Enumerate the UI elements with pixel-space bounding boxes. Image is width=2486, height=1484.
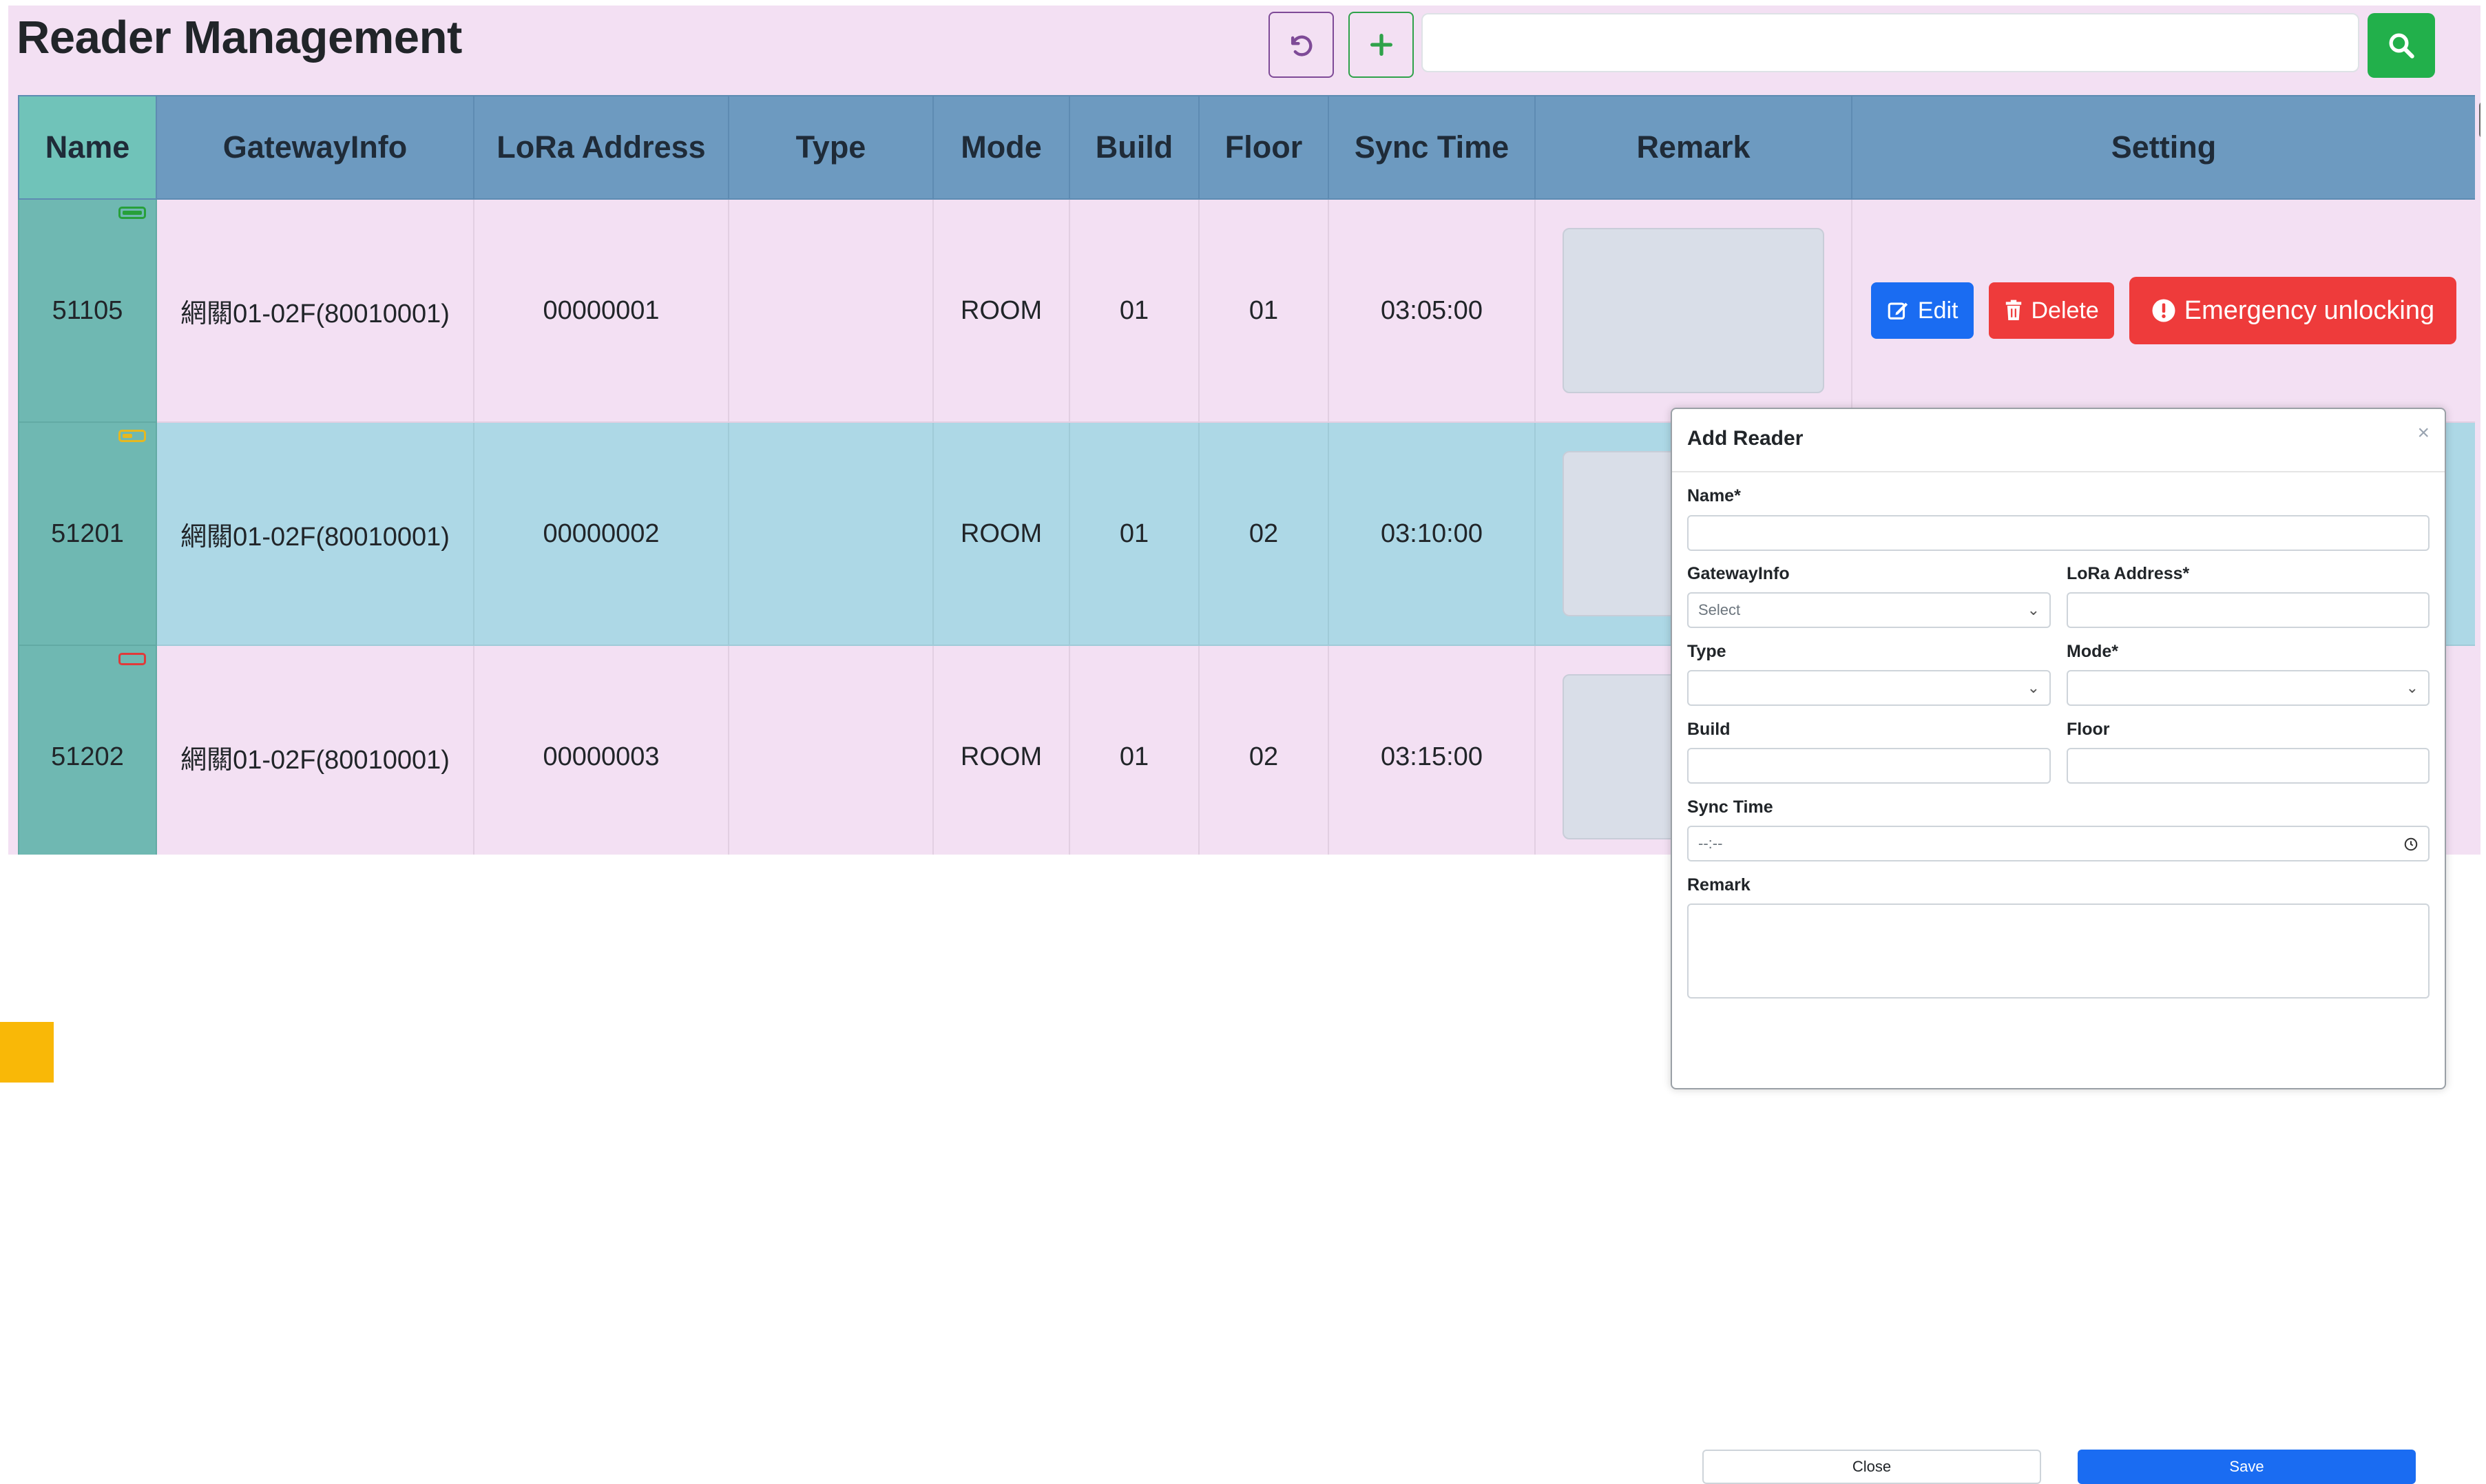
column-header-floor[interactable]: Floor [1198,95,1329,200]
gateway-cell: 網關01-02F(80010001) [156,421,474,646]
column-header-type[interactable]: Type [728,95,934,200]
reader-name: 51201 [51,519,124,548]
column-header-setting[interactable]: Setting [1851,95,2475,200]
floor-cell: 02 [1198,421,1329,646]
build-cell: 01 [1069,421,1200,646]
page-title: Reader Management [17,12,462,63]
build-cell: 01 [1069,645,1200,855]
delete-label: Delete [2031,297,2099,324]
save-button[interactable]: Save [2078,1450,2416,1484]
remark-label: Remark [1687,875,1751,895]
table-row[interactable]: 51105 網關01-02F(80010001) 00000001 ROOM 0… [18,198,2475,423]
type-label: Type [1687,642,1726,661]
build-label: Build [1687,720,1731,739]
gateway-select[interactable]: Select ⌄ [1687,592,2051,628]
column-header-remark[interactable]: Remark [1534,95,1852,200]
build-cell: 01 [1069,198,1200,423]
add-reader-modal: Add Reader × Name* GatewayInfo Select ⌄ … [1671,408,2446,1484]
sync-time-field[interactable]: --:-- [1687,826,2430,861]
remark-field[interactable] [1687,903,2430,999]
save-button-label: Save [2229,1458,2264,1475]
type-cell [728,198,934,423]
column-header-mode[interactable]: Mode [932,95,1070,200]
name-cell: 51202 [18,645,157,855]
type-select[interactable]: ⌄ [1687,670,2051,706]
mode-select[interactable]: ⌄ [2067,670,2430,706]
mode-cell: ROOM [932,645,1070,855]
mode-label: Mode* [2067,642,2118,661]
sync-time-label: Sync Time [1687,797,1773,817]
mode-cell: ROOM [932,198,1070,423]
reader-name: 51105 [52,295,123,325]
column-header-sync-time[interactable]: Sync Time [1328,95,1536,200]
chevron-down-icon: ⌄ [2027,601,2040,618]
mode-cell: ROOM [932,421,1070,646]
battery-half-icon [118,430,146,442]
reader-name: 51202 [51,742,124,771]
gateway-cell: 網關01-02F(80010001) [156,198,474,423]
corner-badge [0,1022,54,1083]
edit-label: Edit [1917,297,1958,324]
type-cell [728,645,934,855]
chevron-down-icon: ⌄ [2405,679,2419,696]
sync-time-placeholder: --:-- [1698,835,1723,852]
name-field[interactable] [1687,515,2430,551]
add-reader-button[interactable] [1348,12,1414,78]
close-icon[interactable]: × [2417,421,2430,445]
floor-cell: 01 [1198,198,1329,423]
emergency-label: Emergency unlocking [2184,295,2435,325]
lora-address-cell: 00000001 [473,198,729,423]
chevron-down-icon: ⌄ [2027,679,2040,696]
remark-cell [1534,198,1852,423]
table-scrollbar[interactable] [2479,102,2480,138]
remark-textarea[interactable] [1563,228,1824,393]
plus-icon [1370,34,1392,56]
search-icon [2389,33,2414,59]
battery-empty-icon [118,653,146,665]
build-field[interactable] [1687,748,2051,784]
column-header-lora-address[interactable]: LoRa Address [473,95,729,200]
search-button[interactable] [2368,13,2435,78]
modal-title: Add Reader [1687,427,1804,450]
edit-button[interactable]: Edit [1870,282,1974,339]
type-cell [728,421,934,646]
lora-address-cell: 00000002 [473,421,729,646]
setting-cell: Edit Delete Emergency unlocking [1851,198,2475,423]
search-input[interactable] [1421,13,2359,72]
emergency-unlocking-button[interactable]: Emergency unlocking [2129,277,2457,344]
table-header-row: Name GatewayInfo LoRa Address Type Mode … [18,95,2475,200]
delete-button[interactable]: Delete [1988,282,2114,339]
gateway-label: GatewayInfo [1687,564,1790,583]
name-cell: 51105 [18,198,157,423]
trash-icon [2005,300,2021,320]
floor-label: Floor [2067,720,2110,739]
floor-field[interactable] [2067,748,2430,784]
name-cell: 51201 [18,421,157,646]
clock-icon [2404,837,2418,851]
modal-header: Add Reader × [1672,409,2445,472]
close-button[interactable]: Close [1702,1450,2041,1484]
refresh-icon [1291,35,1312,56]
refresh-button[interactable] [1268,12,1334,78]
close-button-label: Close [1852,1458,1892,1475]
column-header-gatewayinfo[interactable]: GatewayInfo [156,95,474,200]
column-header-name[interactable]: Name [18,95,157,200]
edit-icon [1888,302,1908,320]
gateway-cell: 網關01-02F(80010001) [156,645,474,855]
lora-address-field[interactable] [2067,592,2430,628]
sync-time-cell: 03:10:00 [1328,421,1536,646]
floor-cell: 02 [1198,645,1329,855]
battery-full-icon [118,207,146,219]
column-header-build[interactable]: Build [1069,95,1200,200]
name-label: Name* [1687,486,1741,505]
sync-time-cell: 03:05:00 [1328,198,1536,423]
lora-address-cell: 00000003 [473,645,729,855]
alert-icon [2152,299,2175,322]
lora-address-label: LoRa Address* [2067,564,2190,583]
gateway-select-placeholder: Select [1698,601,1741,618]
sync-time-cell: 03:15:00 [1328,645,1536,855]
